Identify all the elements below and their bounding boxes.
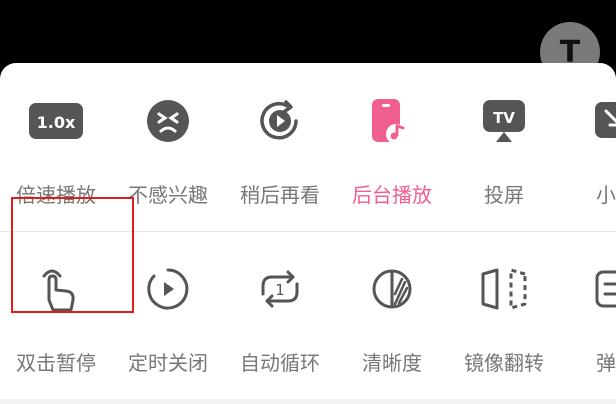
quality-button[interactable]: 清晰度 [336, 261, 448, 401]
loop-icon: 1 [252, 261, 308, 317]
double-tap-pause-label: 双击暂停 [16, 351, 96, 375]
auto-loop-label: 自动循环 [240, 351, 320, 375]
watch-later-label: 稍后再看 [240, 183, 320, 207]
mirror-flip-button[interactable]: 镜像翻转 [448, 261, 560, 401]
danmaku-button[interactable]: 弹幕 [560, 261, 616, 401]
double-tap-pause-button[interactable]: 双击暂停 [0, 261, 112, 401]
quick-actions-row: 1.0x 倍速播放 不感兴趣 稍后再看 后台播放 TV 投屏 小 [0, 93, 616, 253]
not-interested-label: 不感兴趣 [128, 183, 208, 207]
background-play-label: 后台播放 [352, 183, 432, 207]
watch-later-button[interactable]: 稍后再看 [224, 93, 336, 233]
settings-row: 双击暂停 定时关闭 1 自动循环 清晰度 镜像翻转 弹 [0, 261, 616, 404]
svg-text:1: 1 [275, 281, 285, 299]
mini-window-label: 小窗 [596, 183, 616, 207]
bottom-strip [0, 399, 616, 404]
speed-button[interactable]: 1.0x 倍速播放 [0, 93, 112, 233]
quality-icon [364, 261, 420, 317]
cast-button[interactable]: TV 投屏 [448, 93, 560, 233]
speed-icon: 1.0x [28, 93, 84, 149]
dislike-face-icon [140, 93, 196, 149]
danmaku-icon [588, 261, 616, 317]
video-top-area [0, 0, 616, 70]
timer-close-label: 定时关闭 [128, 351, 208, 375]
timer-close-button[interactable]: 定时关闭 [112, 261, 224, 401]
section-divider [0, 231, 616, 232]
mini-window-button[interactable]: 小窗 [560, 93, 616, 233]
speed-label: 倍速播放 [16, 183, 96, 207]
quality-label: 清晰度 [362, 351, 422, 375]
cast-label: 投屏 [484, 183, 524, 207]
double-tap-icon [28, 261, 84, 317]
settings-bottom-sheet: 1.0x 倍速播放 不感兴趣 稍后再看 后台播放 TV 投屏 小 双击暂停 定时… [0, 63, 616, 404]
danmaku-label: 弹幕 [596, 351, 616, 375]
timer-close-icon [140, 261, 196, 317]
mirror-flip-label: 镜像翻转 [464, 351, 544, 375]
mini-window-icon [588, 93, 616, 149]
background-play-button[interactable]: 后台播放 [336, 93, 448, 233]
not-interested-button[interactable]: 不感兴趣 [112, 93, 224, 233]
mirror-flip-icon [476, 261, 532, 317]
watch-later-icon [252, 93, 308, 149]
svg-text:1.0x: 1.0x [37, 113, 76, 132]
background-play-icon [364, 93, 420, 149]
auto-loop-button[interactable]: 1 自动循环 [224, 261, 336, 401]
tv-cast-icon: TV [476, 93, 532, 149]
svg-text:TV: TV [493, 109, 515, 127]
